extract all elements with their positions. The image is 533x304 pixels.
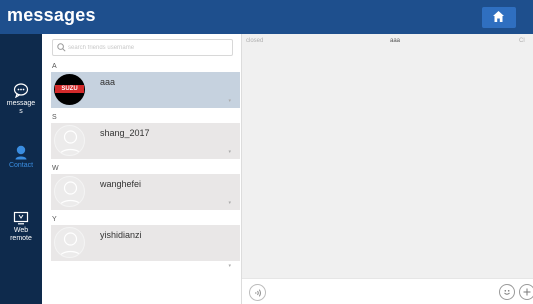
- chat-message-area[interactable]: [242, 48, 533, 278]
- side-nav: message s Contact Web remote: [0, 34, 42, 304]
- top-bar: messages: [0, 0, 533, 34]
- avatar-logo-text: SUZU: [55, 85, 84, 93]
- search-box[interactable]: [52, 39, 233, 56]
- chat-header: closed aaa Cl: [242, 34, 533, 48]
- message-input[interactable]: [272, 285, 492, 299]
- home-icon: [493, 11, 504, 22]
- group-letter-y: Y: [52, 216, 57, 223]
- nav-label-remote: remote: [10, 235, 32, 242]
- chat-bubble-icon: [13, 83, 29, 98]
- add-button[interactable]: [519, 284, 533, 300]
- nav-item-contact[interactable]: Contact: [0, 145, 42, 170]
- web-remote-icon: [13, 211, 29, 225]
- contact-name: shang_2017: [100, 128, 150, 138]
- group-letter-a: A: [52, 63, 57, 70]
- chat-close-button[interactable]: Cl: [519, 38, 525, 44]
- plus-icon: [523, 288, 531, 296]
- default-avatar-icon: [58, 232, 83, 257]
- default-avatar-icon: [58, 130, 83, 155]
- nav-item-web-remote[interactable]: Web remote: [0, 211, 42, 243]
- contact-name: wanghefei: [100, 179, 142, 189]
- group-letter-s: S: [52, 114, 57, 121]
- avatar: [54, 125, 85, 156]
- nav-label-messages: message: [6, 100, 36, 107]
- chat-panel: closed aaa Cl: [241, 34, 533, 304]
- default-avatar-icon: [58, 181, 83, 206]
- search-icon: [57, 43, 66, 52]
- contact-list-panel: A SUZU aaa ▾ S shang_2017 ▾ W wanghefei …: [42, 34, 240, 304]
- nav-label-web: Web: [13, 227, 29, 234]
- chevron-down-icon: ▾: [228, 98, 231, 104]
- contact-row-wanghefei[interactable]: wanghefei ▾: [51, 174, 240, 210]
- chevron-down-icon: ▾: [228, 149, 231, 155]
- contact-row-aaa[interactable]: SUZU aaa ▾: [51, 72, 240, 108]
- avatar: SUZU: [54, 74, 85, 105]
- chat-status: closed: [246, 38, 264, 44]
- contact-row-yishidianzi[interactable]: yishidianzi ▾: [51, 225, 240, 269]
- chat-input-bar: [242, 278, 533, 304]
- avatar: [54, 227, 85, 258]
- chat-contact-name: aaa: [390, 38, 401, 44]
- chevron-down-icon: ▾: [228, 263, 231, 269]
- nav-label-contact: Contact: [8, 162, 34, 169]
- group-letter-w: W: [52, 165, 59, 172]
- avatar: [54, 176, 85, 207]
- contact-row-shang-2017[interactable]: shang_2017 ▾: [51, 123, 240, 159]
- voice-icon: [255, 289, 261, 297]
- home-button[interactable]: [482, 7, 516, 28]
- emoji-button[interactable]: [499, 284, 515, 300]
- contact-person-icon: [15, 145, 27, 160]
- page-title: messages: [7, 5, 96, 25]
- emoji-icon: [504, 290, 510, 295]
- voice-button[interactable]: [249, 284, 266, 301]
- contact-name: aaa: [100, 77, 116, 87]
- nav-item-messages[interactable]: message s: [0, 83, 42, 116]
- search-input[interactable]: [68, 41, 228, 54]
- nav-label-messages-cont: s: [19, 108, 23, 115]
- chevron-down-icon: ▾: [228, 200, 231, 206]
- contact-name: yishidianzi: [100, 230, 142, 240]
